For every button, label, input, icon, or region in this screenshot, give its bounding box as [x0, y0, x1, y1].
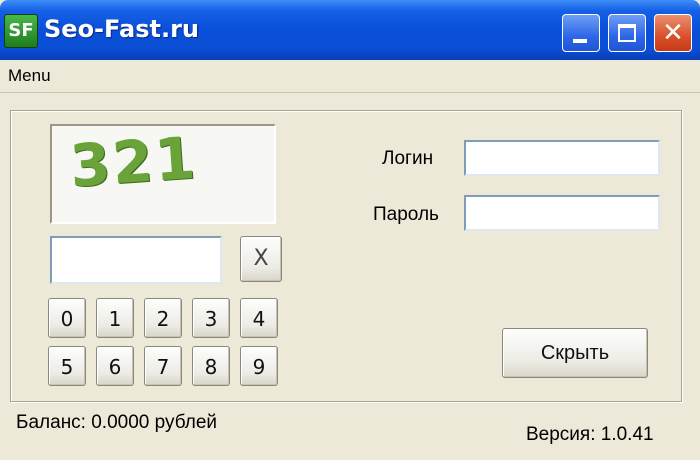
app-window: SF Seo-Fast.ru ✕ Menu 321 X 0 1 2 3 4 5 … [0, 0, 700, 460]
keypad-key-2[interactable]: 2 [144, 298, 182, 338]
menu-item-menu[interactable]: Menu [8, 66, 51, 86]
keypad-key-0[interactable]: 0 [48, 298, 86, 338]
keypad-key-4[interactable]: 4 [240, 298, 278, 338]
hide-button[interactable]: Скрыть [502, 328, 648, 378]
keypad-key-3[interactable]: 3 [192, 298, 230, 338]
minimize-icon [573, 39, 587, 43]
minimize-button[interactable] [562, 14, 600, 52]
version-status: Версия: 1.0.41 [526, 424, 654, 445]
keypad-key-1[interactable]: 1 [96, 298, 134, 338]
clear-captcha-button[interactable]: X [240, 236, 282, 282]
close-icon: ✕ [662, 18, 684, 48]
keypad-key-7[interactable]: 7 [144, 346, 182, 386]
maximize-icon [618, 24, 636, 42]
keypad-key-6[interactable]: 6 [96, 346, 134, 386]
login-label: Логин [382, 148, 434, 169]
title-bar[interactable]: SF Seo-Fast.ru ✕ [0, 0, 700, 60]
balance-status: Баланс: 0.0000 рублей [16, 412, 217, 433]
app-icon[interactable]: SF [4, 14, 38, 48]
maximize-button[interactable] [608, 14, 646, 52]
captcha-input[interactable] [50, 236, 222, 284]
captcha-text: 321 [67, 123, 200, 201]
password-input[interactable] [464, 195, 660, 231]
window-title: Seo-Fast.ru [44, 15, 199, 43]
password-label: Пароль [373, 204, 439, 225]
keypad-key-8[interactable]: 8 [192, 346, 230, 386]
keypad-key-9[interactable]: 9 [240, 346, 278, 386]
menu-bar: Menu [0, 60, 700, 93]
login-input[interactable] [464, 140, 660, 176]
captcha-image: 321 [50, 124, 276, 224]
close-button[interactable]: ✕ [654, 14, 692, 52]
keypad-key-5[interactable]: 5 [48, 346, 86, 386]
